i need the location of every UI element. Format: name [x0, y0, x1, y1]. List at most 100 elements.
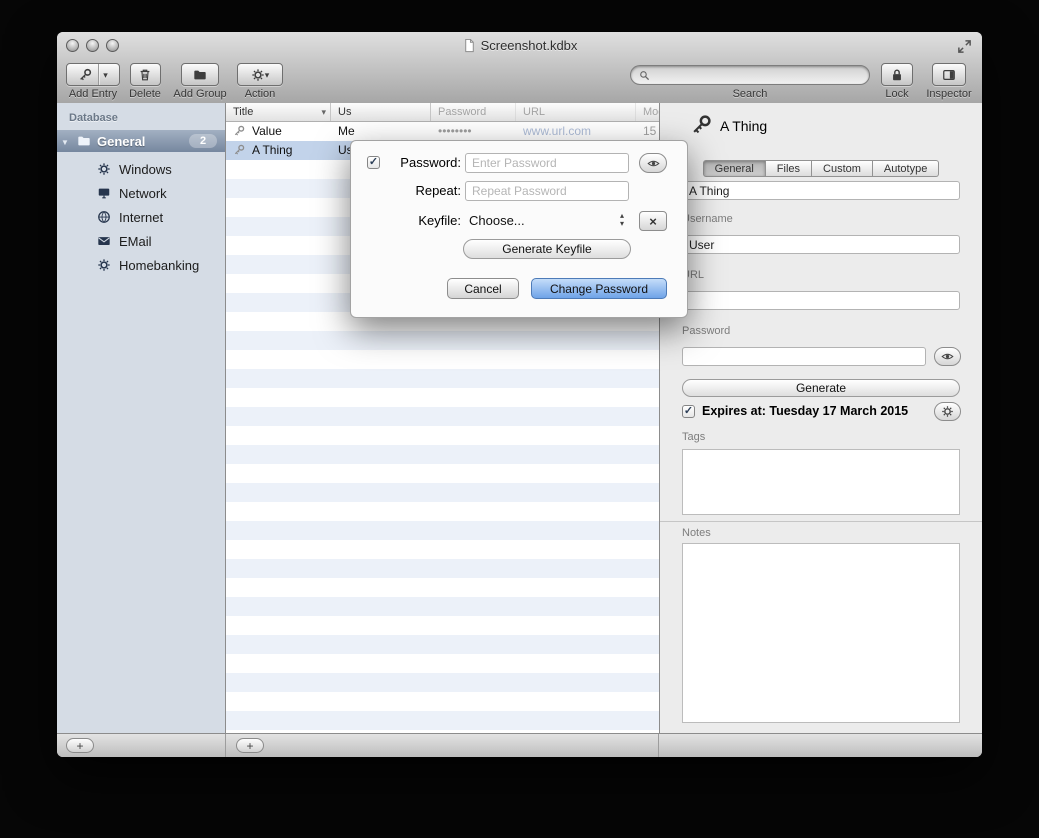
cell-title: A Thing	[245, 141, 331, 160]
expires-settings-button[interactable]	[934, 402, 961, 421]
sidebar-item-label: Network	[119, 186, 167, 201]
button-divider	[98, 64, 99, 85]
username-label: Username	[682, 213, 733, 225]
window-chrome: Screenshot.kdbx Add Entry Delete	[57, 32, 982, 104]
sort-indicator-icon	[321, 103, 326, 121]
inspector-panel-icon	[942, 68, 956, 82]
sidebar-item-windows[interactable]: Windows	[57, 158, 225, 180]
gear-icon	[941, 405, 954, 418]
sidebar-group-general[interactable]: General 2	[57, 130, 225, 152]
sidebar-item-label: EMail	[119, 234, 152, 249]
inspector-tabs: General Files Custom Autotype	[660, 160, 982, 177]
tags-field[interactable]	[682, 449, 960, 515]
monitor-icon	[97, 186, 111, 200]
folder-icon	[77, 134, 91, 148]
add-entry-button[interactable]	[66, 63, 120, 86]
password-label: Password	[682, 325, 730, 337]
password-enabled-checkbox[interactable]	[367, 156, 380, 169]
column-header-title[interactable]: Title	[226, 103, 331, 121]
chevron-down-icon	[103, 69, 108, 81]
toolbar-item-search: Search	[630, 86, 870, 100]
document-proxy-icon	[462, 38, 477, 53]
add-entry-bottom-button[interactable]	[236, 738, 264, 753]
key-icon	[233, 144, 245, 156]
eye-icon	[941, 350, 954, 363]
entry-icon[interactable]	[690, 114, 712, 136]
action-label: Action	[237, 88, 283, 100]
sidebar-item-label: Internet	[119, 210, 163, 225]
sidebar-item-internet[interactable]: Internet	[57, 206, 225, 228]
password-field[interactable]	[682, 347, 926, 366]
sidebar-section-header: Database	[69, 112, 118, 124]
repeat-password-input[interactable]	[465, 181, 629, 201]
tab-files[interactable]: Files	[766, 160, 812, 177]
popover-repeat-label: Repeat:	[387, 181, 461, 201]
notes-field[interactable]	[682, 543, 960, 723]
new-password-input[interactable]	[465, 153, 629, 173]
inspector-panel: A Thing General Files Custom Autotype Us…	[659, 103, 982, 733]
clear-keyfile-button[interactable]	[639, 211, 667, 231]
gear-icon	[251, 68, 265, 82]
expires-checkbox[interactable]	[682, 405, 695, 418]
globe-icon	[97, 210, 111, 224]
key-icon	[78, 68, 92, 82]
sidebar-item-homebanking[interactable]: Homebanking	[57, 254, 225, 276]
sidebar: Database General 2 Windows Network Inter…	[57, 103, 226, 733]
cell-modified: 15	[636, 122, 659, 141]
column-header-url[interactable]: URL	[516, 103, 636, 121]
keyfile-popup-button[interactable]: Choose...	[469, 211, 525, 231]
column-header-username[interactable]: Us	[331, 103, 431, 121]
add-group-bottom-button[interactable]	[66, 738, 94, 753]
column-header-password[interactable]: Password	[431, 103, 516, 121]
add-entry-label: Add Entry	[66, 88, 120, 100]
change-password-button[interactable]: Change Password	[531, 278, 667, 299]
table-row[interactable]: Value Me •••••••• www.url.com 15	[226, 122, 659, 141]
show-password-button[interactable]	[934, 347, 961, 366]
search-label: Search	[630, 88, 870, 100]
add-group-label: Add Group	[171, 88, 229, 100]
lock-button[interactable]	[881, 63, 913, 86]
sidebar-item-email[interactable]: EMail	[57, 230, 225, 252]
generate-keyfile-button[interactable]: Generate Keyfile	[463, 239, 631, 259]
expires-label: Expires at: Tuesday 17 March 2015	[702, 404, 908, 418]
toolbar-item-add-group: Add Group	[171, 63, 229, 100]
envelope-icon	[97, 234, 111, 248]
add-group-button[interactable]	[181, 63, 219, 86]
username-field[interactable]	[682, 235, 960, 254]
cancel-button[interactable]: Cancel	[447, 278, 519, 299]
trash-icon	[138, 68, 152, 82]
url-field[interactable]	[682, 291, 960, 310]
window-title-text: Screenshot.kdbx	[481, 38, 578, 53]
fullscreen-icon[interactable]	[957, 39, 972, 54]
sidebar-item-label: Homebanking	[119, 258, 199, 273]
sidebar-item-network[interactable]: Network	[57, 182, 225, 204]
tab-general[interactable]: General	[703, 160, 766, 177]
action-button[interactable]	[237, 63, 283, 86]
disclosure-triangle-icon[interactable]	[57, 132, 73, 150]
divider	[660, 521, 982, 522]
toolbar-item-inspector: Inspector	[925, 63, 973, 100]
generate-password-button[interactable]: Generate	[682, 379, 960, 397]
search-icon	[639, 70, 650, 81]
toolbar-item-action: Action	[237, 63, 283, 100]
search-input[interactable]	[630, 65, 870, 85]
column-header-modified[interactable]: Mod	[636, 103, 659, 121]
gear-icon	[97, 258, 111, 272]
tags-label: Tags	[682, 431, 705, 443]
tab-autotype[interactable]: Autotype	[873, 160, 939, 177]
cell-url: www.url.com	[516, 122, 636, 141]
notes-label: Notes	[682, 527, 711, 539]
delete-button[interactable]	[130, 63, 161, 86]
tab-custom[interactable]: Custom	[812, 160, 873, 177]
entry-count-badge: 2	[189, 134, 217, 148]
inspector-label: Inspector	[925, 88, 973, 100]
inspector-entry-title: A Thing	[720, 118, 767, 134]
toolbar-item-lock: Lock	[877, 63, 917, 100]
delete-label: Delete	[125, 88, 165, 100]
table-header: Title Us Password URL Mod	[226, 103, 659, 122]
title-field[interactable]	[682, 181, 960, 200]
stepper-icon[interactable]	[617, 212, 627, 228]
change-password-popover: Password: Repeat: Keyfile: Choose... Gen…	[350, 140, 688, 318]
show-password-button[interactable]	[639, 153, 667, 173]
inspector-toggle-button[interactable]	[932, 63, 966, 86]
